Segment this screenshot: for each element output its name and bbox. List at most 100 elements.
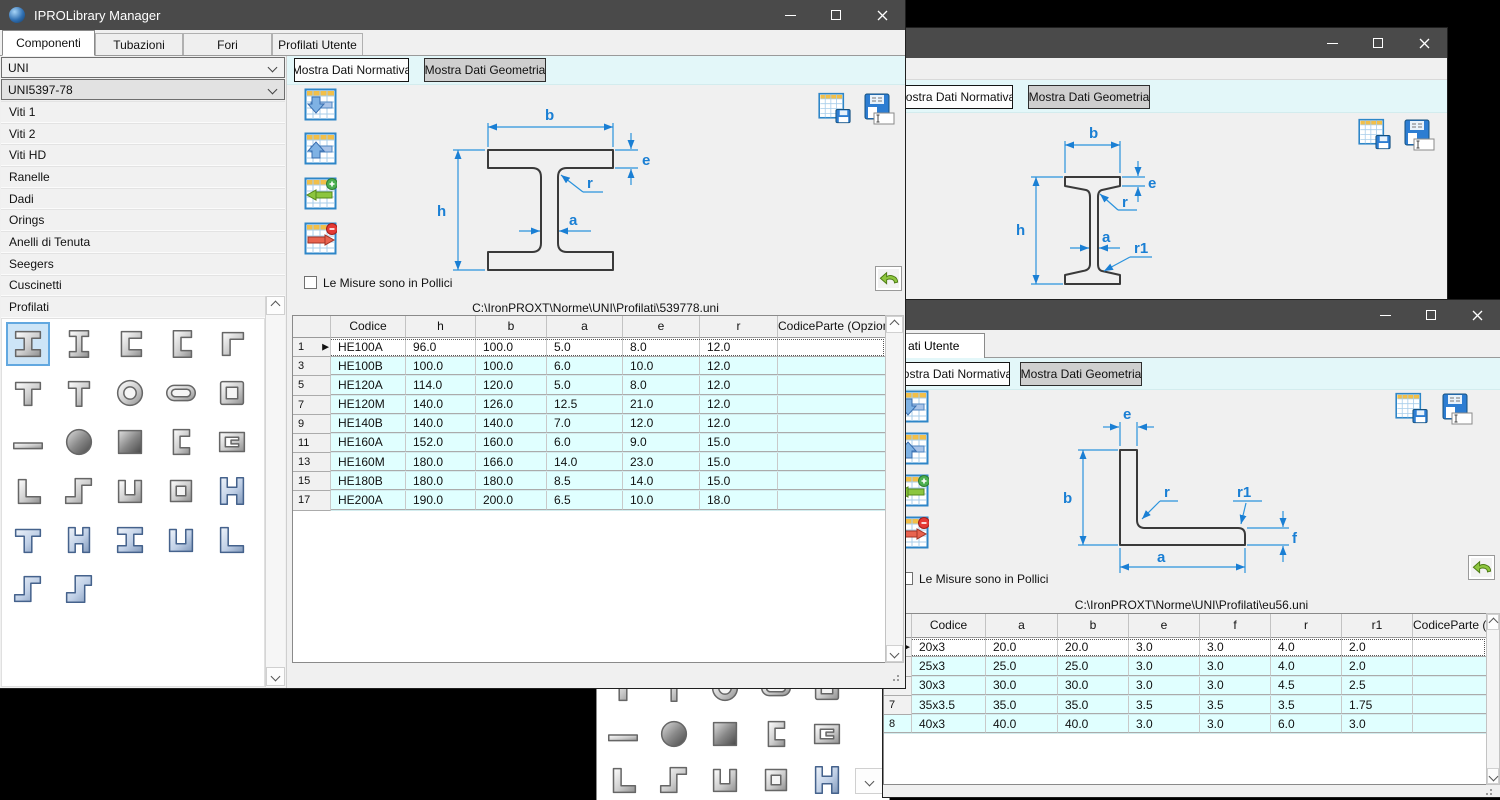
table-row-HE120M[interactable]: 6HE120M140.0126.012.521.012.0 [293,396,886,415]
table-row-20x3[interactable]: 1▶20x320.020.03.03.04.02.0 [884,638,1486,657]
scroll-down-button[interactable] [1487,768,1499,784]
profile-icon-ublue[interactable] [159,518,203,562]
delete-row-button[interactable] [304,222,337,257]
category-cuscinetti[interactable]: Cuscinetti [1,275,285,297]
norma-combobox[interactable]: UNI [1,57,285,78]
minimize-button[interactable] [767,0,813,30]
profile-icon-cchan[interactable] [703,758,747,800]
close-button[interactable] [1401,28,1447,58]
table-scrollbar[interactable] [1486,613,1500,785]
table-row-HE140B[interactable]: 8HE140B140.0140.07.012.012.0 [293,415,886,434]
profile-icon-ibeam2[interactable] [57,322,101,366]
show-geometria-button[interactable]: Mostra Dati Geometria [424,58,546,82]
profile-icon-zblue[interactable] [6,567,50,611]
table-row-HE180B[interactable]: 14HE180B180.0180.08.514.015.0 [293,472,886,491]
maximize-button[interactable] [1408,300,1454,330]
save-file-button[interactable] [1402,118,1435,153]
profile-icon-round[interactable] [57,420,101,464]
table-row-35x3.5[interactable]: 635x3.535.035.03.53.53.51.75 [884,696,1487,715]
category-viti-hd[interactable]: Viti HD [1,144,285,166]
table-row-30x3[interactable]: 430x330.030.03.03.04.52.5 [884,677,1487,696]
profile-icon-sqtube2[interactable] [754,758,798,800]
profile-icon-ovaltube[interactable] [159,371,203,415]
profile-icon-square[interactable] [108,420,152,464]
maximize-button[interactable] [813,0,859,30]
scroll-down-button[interactable] [855,768,883,794]
table-scrollbar[interactable] [885,315,904,663]
undo-button[interactable] [1468,555,1495,580]
inches-checkbox[interactable] [304,276,317,289]
category-orings[interactable]: Orings [1,209,285,231]
profile-icon-square[interactable] [703,712,747,756]
profile-icon-sqtube[interactable] [210,371,254,415]
scroll-down-button[interactable] [886,645,903,662]
resize-grip[interactable] [1484,787,1492,795]
table-row-HE160A[interactable]: 10HE160A152.0160.06.09.015.0 [293,434,886,453]
profile-icon-zee[interactable] [57,469,101,513]
profile-icon-ccut[interactable] [805,712,849,756]
category-seegers[interactable]: Seegers [1,253,285,275]
show-normativa-button[interactable]: Mostra Dati Normativa [294,58,409,82]
table-row-HE120A[interactable]: 4HE120A114.0120.05.08.012.0 [293,376,886,395]
profile-icon-hblue[interactable] [210,469,254,513]
move-row-down-button[interactable] [304,88,337,123]
scroll-up-button[interactable] [266,296,285,315]
tab-fori[interactable]: Fori [183,33,272,55]
show-normativa-button[interactable]: Mostra Dati Normativa [895,362,1010,386]
show-geometria-button[interactable]: Mostra Dati Geometria [1020,362,1142,386]
profile-icon-sqtube2[interactable] [159,469,203,513]
table-row-HE100B[interactable]: 2HE100B100.0100.06.010.012.0 [293,357,886,376]
category-dadi[interactable]: Dadi [1,188,285,210]
show-geometria-button[interactable]: Mostra Dati Geometria [1028,85,1150,109]
close-button[interactable] [859,0,905,30]
profile-icon-hblue2[interactable] [57,518,101,562]
profile-icon-tblue[interactable] [6,518,50,562]
profile-icon-cchan[interactable] [108,469,152,513]
profile-icon-iblue[interactable] [108,518,152,562]
scroll-down-button[interactable] [266,667,285,686]
profile-icon-flat[interactable] [601,712,645,756]
table-row-HE100A[interactable]: 1▶HE100A96.0100.05.08.012.0 [293,338,885,357]
profile-icon-tee[interactable] [6,371,50,415]
profile-icon-channel2[interactable] [159,322,203,366]
profile-icon-flat[interactable] [6,420,50,464]
export-table-button[interactable] [1358,118,1391,153]
profile-icon-pipe[interactable] [108,371,152,415]
profile-icon-cspecial[interactable] [754,712,798,756]
profile-icon-channel[interactable] [108,322,152,366]
category-anelli-di-tenuta[interactable]: Anelli di Tenuta [1,231,285,253]
profile-icon-angle[interactable] [210,322,254,366]
close-button[interactable] [1454,300,1500,330]
standard-combobox[interactable]: UNI5397-78 [1,79,285,100]
add-row-button[interactable] [304,177,337,212]
profile-icon-angle2[interactable] [601,758,645,800]
profile-icon-tee2[interactable] [57,371,101,415]
category-viti-1[interactable]: Viti 1 [1,101,285,123]
show-normativa-button[interactable]: Mostra Dati Normativa [898,85,1013,109]
tab-profilati-utente[interactable]: Profilati Utente [272,33,363,55]
profile-icon-zee[interactable] [652,758,696,800]
profile-icon-ibeam[interactable] [6,322,50,366]
scroll-up-button[interactable] [1487,614,1499,630]
table-row-HE200A[interactable]: 16HE200A190.0200.06.510.018.0 [293,491,886,510]
profile-icon-angle2[interactable] [6,469,50,513]
scroll-up-button[interactable] [886,316,903,333]
save-file-button[interactable] [1440,392,1473,427]
icon-grid-scrollbar[interactable] [265,296,285,687]
resize-grip[interactable] [891,673,899,681]
category-viti-2[interactable]: Viti 2 [1,123,285,145]
table-row-25x3[interactable]: 225x325.025.03.03.04.02.0 [884,657,1487,676]
profile-icon-lblue[interactable] [210,518,254,562]
profile-icon-zchan[interactable] [57,567,101,611]
table-row-40x3[interactable]: 840x340.040.03.03.06.03.0 [884,715,1487,734]
move-row-up-button[interactable] [304,132,337,167]
table-row-HE160M[interactable]: 12HE160M180.0166.014.023.015.0 [293,453,886,472]
tab-componenti[interactable]: Componenti [2,30,95,56]
profile-icon-ccut[interactable] [210,420,254,464]
export-table-button[interactable] [1395,392,1428,427]
profile-icon-hblue[interactable] [805,758,849,800]
maximize-button[interactable] [1355,28,1401,58]
minimize-button[interactable] [1362,300,1408,330]
tab-tubazioni[interactable]: Tubazioni [95,33,183,55]
category-profilati[interactable]: Profilati [1,296,285,318]
